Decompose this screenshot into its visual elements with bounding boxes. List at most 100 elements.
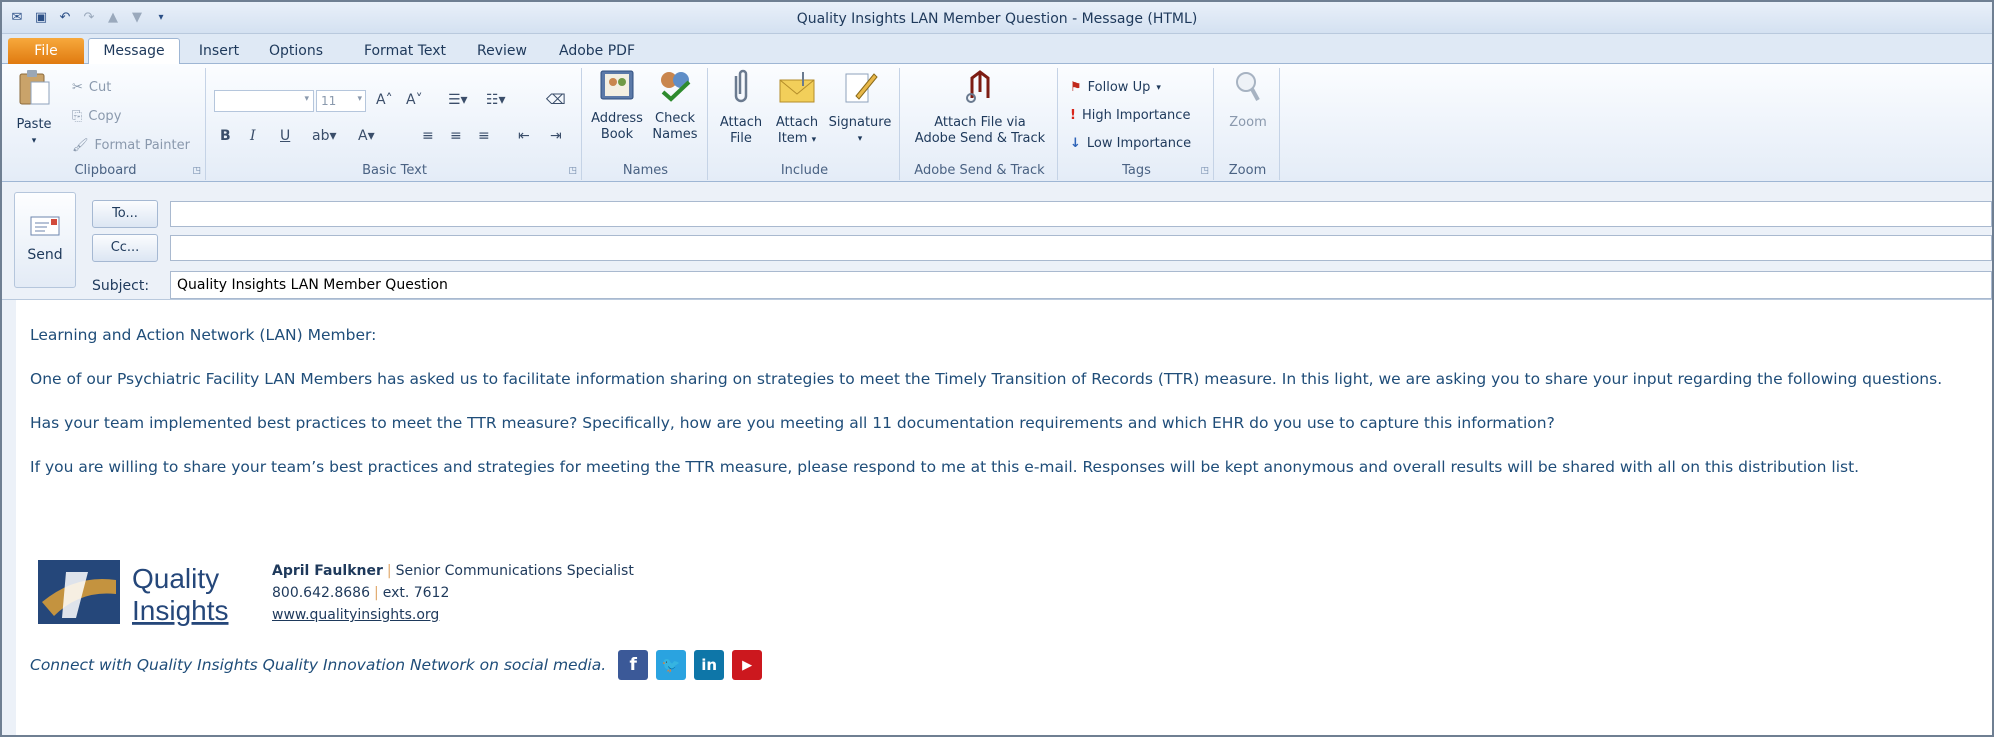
ribbon-tabs: File Message Insert Options Format Text … [2,34,1992,65]
check-names-icon [661,72,691,102]
follow-up-button[interactable]: ⚑ Follow Up ▾ [1070,80,1161,95]
bold-icon[interactable]: B [220,128,231,144]
decrease-indent-icon[interactable]: ⇤ [518,128,530,144]
high-importance-button[interactable]: ! High Importance [1070,108,1190,123]
follow-up-dropdown-icon[interactable]: ▾ [1156,83,1161,93]
tab-adobe-pdf[interactable]: Adobe PDF [556,40,638,64]
quality-insights-logo: Quality Insights [38,560,229,626]
highlight-icon[interactable]: ab▾ [312,128,337,144]
underline-icon[interactable]: U [280,128,290,144]
cc-button[interactable]: Cc... [92,234,158,262]
paragraph-1: One of our Psychiatric Facility LAN Memb… [30,370,1943,388]
copy-icon: ⎘ [72,109,83,124]
basic-text-group-label: Basic Text [362,163,427,178]
names-group: Address Book Check Names Names [584,68,708,180]
exclamation-icon: ! [1070,108,1076,123]
signature-pen-icon [845,73,878,103]
attach-via-adobe-button[interactable]: Attach File via Adobe Send & Track [908,68,1052,147]
attach-item-button[interactable]: Attach Item ▾ [770,68,824,148]
include-group: Attach File Attach Item ▾ Signature ▾ In… [710,68,900,180]
send-button[interactable]: Send [14,192,76,288]
paste-button[interactable]: Paste ▾ [14,68,54,149]
send-envelope-icon [30,216,60,236]
down-arrow-icon: ↓ [1070,136,1081,151]
paperclip-icon [734,69,748,103]
copy-button[interactable]: ⎘ Copy [72,109,121,124]
check-names-button[interactable]: Check Names [648,68,702,143]
subject-field[interactable]: Quality Insights LAN Member Question [170,271,1992,299]
increase-indent-icon[interactable]: ⇥ [550,128,562,144]
align-right-icon[interactable]: ≡ [478,128,490,144]
shrink-font-icon[interactable]: A˅ [406,92,423,108]
include-group-label: Include [780,163,829,178]
signature-phone: 800.642.8686 [272,585,370,601]
message-body[interactable]: Learning and Action Network (LAN) Member… [2,300,1992,735]
to-button[interactable]: To... [92,200,158,228]
svg-text:Quality: Quality [132,563,219,594]
clipboard-group: Paste ▾ ✂ Cut ⎘ Copy 🖌 Format Painter Cl… [6,68,206,180]
font-size-combo[interactable]: 11 ▾ [316,90,366,112]
adobe-group-label: Adobe Send & Track [914,163,1045,178]
grow-font-icon[interactable]: A˄ [376,92,393,108]
clear-formatting-icon[interactable]: ⌫ [546,92,566,108]
format-painter-button[interactable]: 🖌 Format Painter [72,138,190,153]
tab-options[interactable]: Options [264,40,328,64]
align-center-icon[interactable]: ≡ [450,128,462,144]
signature-dropdown-icon[interactable]: ▾ [826,131,894,147]
clipboard-icon [19,70,50,105]
signature-button[interactable]: Signature ▾ [826,68,894,147]
low-importance-button[interactable]: ↓ Low Importance [1070,136,1191,151]
to-field[interactable] [170,201,1992,227]
tags-group: ⚑ Follow Up ▾ ! High Importance ↓ Low Im… [1060,68,1214,180]
cut-button[interactable]: ✂ Cut [72,80,111,95]
address-book-icon [600,70,634,100]
italic-icon[interactable]: I [250,128,256,144]
signature-details: April Faulkner | Senior Communications Spe… [272,563,634,623]
adobe-send-icon [966,70,990,103]
adobe-send-track-group: Attach File via Adobe Send & Track Adobe… [902,68,1058,180]
attach-file-button[interactable]: Attach File [714,68,768,147]
tab-format-text[interactable]: Format Text [358,40,452,64]
website-link[interactable]: www.qualityinsights.org [272,607,439,623]
font-name-combo[interactable]: ▾ [214,90,314,112]
outlook-message-window: ✉ ▣ ↶ ↷ ▲ ▼ ▾ Quality Insights LAN Membe… [0,0,1994,737]
font-color-icon[interactable]: A▾ [358,128,375,144]
tab-review[interactable]: Review [472,40,532,64]
numbering-icon[interactable]: ☷▾ [486,92,506,108]
social-media-row: Connect with Quality Insights Quality In… [30,650,763,680]
paintbrush-icon: 🖌 [72,138,89,153]
paragraph-3: If you are willing to share your team’s … [30,458,1860,476]
bullets-icon[interactable]: ☰▾ [448,92,468,108]
names-group-label: Names [622,163,669,178]
basic-text-group: ▾ 11 ▾ A˄ A˅ ☰▾ ☷▾ ⌫ B I U ab▾ A▾ ≡ ≡ ≡ ⇤… [208,68,582,180]
tab-insert[interactable]: Insert [194,40,244,64]
dialog-launcher-icon[interactable]: ◳ [568,166,577,176]
dialog-launcher-icon[interactable]: ◳ [192,166,201,176]
twitter-icon[interactable]: 🐦 [656,650,687,680]
magnifier-icon [1236,72,1260,101]
tags-group-label: Tags [1122,163,1151,178]
clipboard-group-label: Clipboard [74,163,137,178]
address-book-button[interactable]: Address Book [590,68,644,143]
social-media-text: Connect with Quality Insights Quality In… [30,656,607,674]
paste-dropdown-icon[interactable]: ▾ [14,133,54,149]
paragraph-2: Has your team implemented best practices… [30,414,1555,432]
window-title: Quality Insights LAN Member Question - M… [796,11,1198,27]
tab-file[interactable]: File [8,38,84,64]
youtube-icon[interactable]: ▶ [732,650,763,680]
zoom-group-label: Zoom [1228,163,1267,178]
tab-message[interactable]: Message [88,38,180,65]
align-left-icon[interactable]: ≡ [422,128,434,144]
zoom-group: Zoom Zoom [1216,68,1280,180]
ribbon: Paste ▾ ✂ Cut ⎘ Copy 🖌 Format Painter Cl… [2,64,1992,182]
dialog-launcher-icon[interactable]: ◳ [1200,166,1209,176]
cc-field[interactable] [170,235,1992,261]
facebook-icon[interactable]: f [618,650,649,680]
zoom-button[interactable]: Zoom [1220,68,1276,131]
subject-label: Subject: [92,278,150,294]
linkedin-icon[interactable]: in [694,650,725,680]
signature-ext: ext. 7612 [382,585,450,601]
flag-icon: ⚑ [1070,80,1082,95]
message-header: Send To... Cc... Subject: Quality Insigh… [2,182,1992,300]
attach-item-dropdown-icon[interactable]: ▾ [812,135,817,145]
